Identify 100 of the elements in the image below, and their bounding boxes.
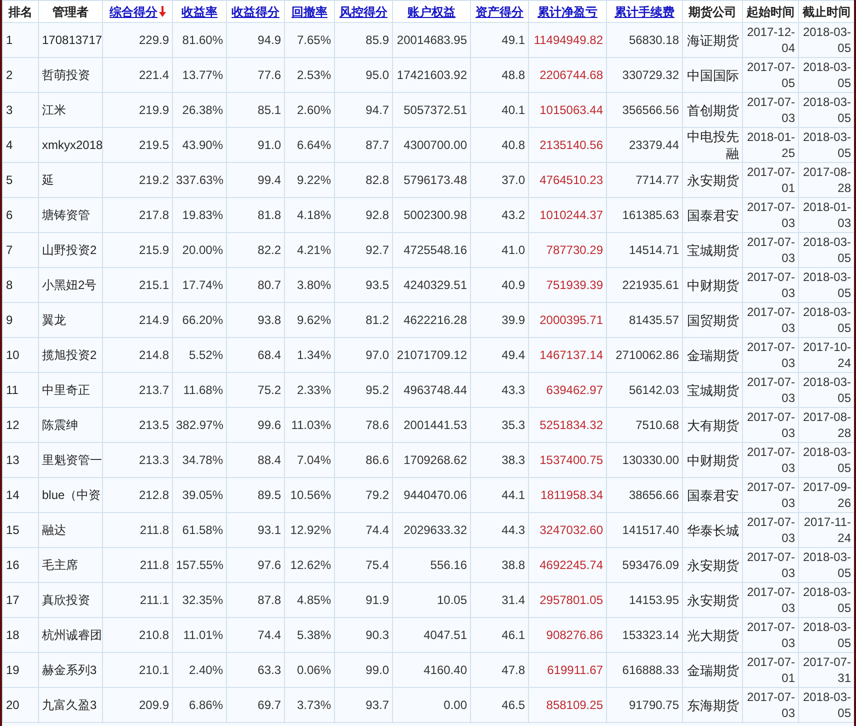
table-cell: 19 [2,652,38,688]
table-cell: 2017-07-01 [742,162,798,198]
table-cell: 4764510.23 [528,162,606,198]
table-cell: 2017-07-03 [742,198,798,232]
table-cell: 908276.86 [528,618,606,652]
table-cell: 真欣投资 [38,582,102,618]
table-cell: 2.33% [284,372,334,408]
table-cell: 2017-07-03 [742,372,798,408]
table-cell: 91.0 [226,128,284,162]
table-cell: 90.3 [334,618,392,652]
table-cell: 18 [2,618,38,652]
table-cell: 40.1 [470,92,528,128]
table-cell: 1709268.62 [392,442,470,478]
table-cell: 17421603.92 [392,58,470,92]
table-cell: 9.22% [284,162,334,198]
table-cell: 337.63% [172,162,226,198]
table-cell: 751939.39 [528,268,606,302]
table-cell: 海证期货 [682,22,742,58]
table-cell: 56142.03 [606,372,682,408]
table-cell: 213.7 [102,372,172,408]
table-cell: 92.8 [334,198,392,232]
table-cell: 209.9 [102,688,172,722]
table-cell: 38656.66 [606,478,682,512]
table-cell: 99.4 [226,162,284,198]
table-cell: 20014683.95 [392,22,470,58]
table-cell: 2017-12-04 [742,22,798,58]
table-cell: 97.0 [334,338,392,372]
table-cell: 14153.95 [606,582,682,618]
table-cell: 5251834.32 [528,408,606,442]
table-cell: 中财期货 [682,442,742,478]
table-cell: 融达 [38,512,102,548]
table-cell: 1537400.75 [528,442,606,478]
table-cell: 5.38% [284,618,334,652]
table-cell: 2710062.86 [606,338,682,372]
table-cell: 32.35% [172,582,226,618]
table-cell: 4.85% [284,582,334,618]
table-cell: 81435.57 [606,302,682,338]
table-cell: 2017-07-01 [742,652,798,688]
table-cell: 99.0 [334,652,392,688]
table-cell: 94.7 [334,92,392,128]
table-cell: 2017-07-03 [742,582,798,618]
table-cell: 2.60% [284,92,334,128]
table-cell: 82.8 [334,162,392,198]
table-cell: 79.2 [334,478,392,512]
column-header: 期货公司 [688,4,736,18]
column-header: 起始时间 [746,4,794,18]
table-cell: 215.9 [102,232,172,268]
table-cell: 17 [2,582,38,618]
table-cell: 219.9 [102,92,172,128]
table-cell: 4963748.44 [392,372,470,408]
table-cell: 93.8 [226,302,284,338]
table-cell: 8 [2,268,38,302]
table-cell: 2017-07-03 [742,442,798,478]
table-cell: 4692245.74 [528,548,606,582]
table-cell: 229.9 [102,22,172,58]
table-cell: 44.1 [470,478,528,512]
table-cell: 3.73% [284,688,334,722]
table-cell: 210.8 [102,618,172,652]
table-cell: 68.4 [226,338,284,372]
table-cell: 619911.67 [528,652,606,688]
table-cell: 44.3 [470,512,528,548]
table-cell: 光大期货 [682,618,742,652]
table-cell: 13 [2,442,38,478]
table-cell: 9.62% [284,302,334,338]
table-cell: 7714.77 [606,162,682,198]
table-cell: 永安期货 [682,582,742,618]
table-cell: 215.1 [102,268,172,302]
table-cell: 21071709.12 [392,338,470,372]
table-cell: 2017-07-03 [742,618,798,652]
table-cell: 593476.09 [606,548,682,582]
table-cell: 214.8 [102,338,172,372]
table-cell: 5002300.98 [392,198,470,232]
table-cell: 616888.33 [606,652,682,688]
table-cell: 41.0 [470,232,528,268]
table-cell: 大有期货 [682,408,742,442]
table-cell: 74.4 [226,618,284,652]
table-cell: 49.4 [470,338,528,372]
table-cell: 国贸期货 [682,302,742,338]
table-cell: 86.6 [334,442,392,478]
table-cell: 87.7 [334,128,392,162]
table-cell: 7510.68 [606,408,682,442]
table-cell: 延 [38,162,102,198]
table-cell: 92.7 [334,232,392,268]
table-cell: 哲萌投资 [38,58,102,92]
table-cell: 2017-07-03 [742,688,798,722]
table-cell: 170813717 [38,22,102,58]
table-cell: 37.0 [470,162,528,198]
table-cell: 永安期货 [682,548,742,582]
table-cell: 2018-01-25 [742,128,798,162]
table-cell: 9 [2,302,38,338]
table-cell: 宝城期货 [682,232,742,268]
table-cell: 141517.40 [606,512,682,548]
table-cell: 12 [2,408,38,442]
table-cell: 97.6 [226,548,284,582]
table-cell: 26.38% [172,92,226,128]
table-cell: 1811958.34 [528,478,606,512]
table-cell: 48.8 [470,58,528,92]
table-cell: 5 [2,162,38,198]
table-cell: 89.5 [226,478,284,512]
table-cell: 213.5 [102,408,172,442]
